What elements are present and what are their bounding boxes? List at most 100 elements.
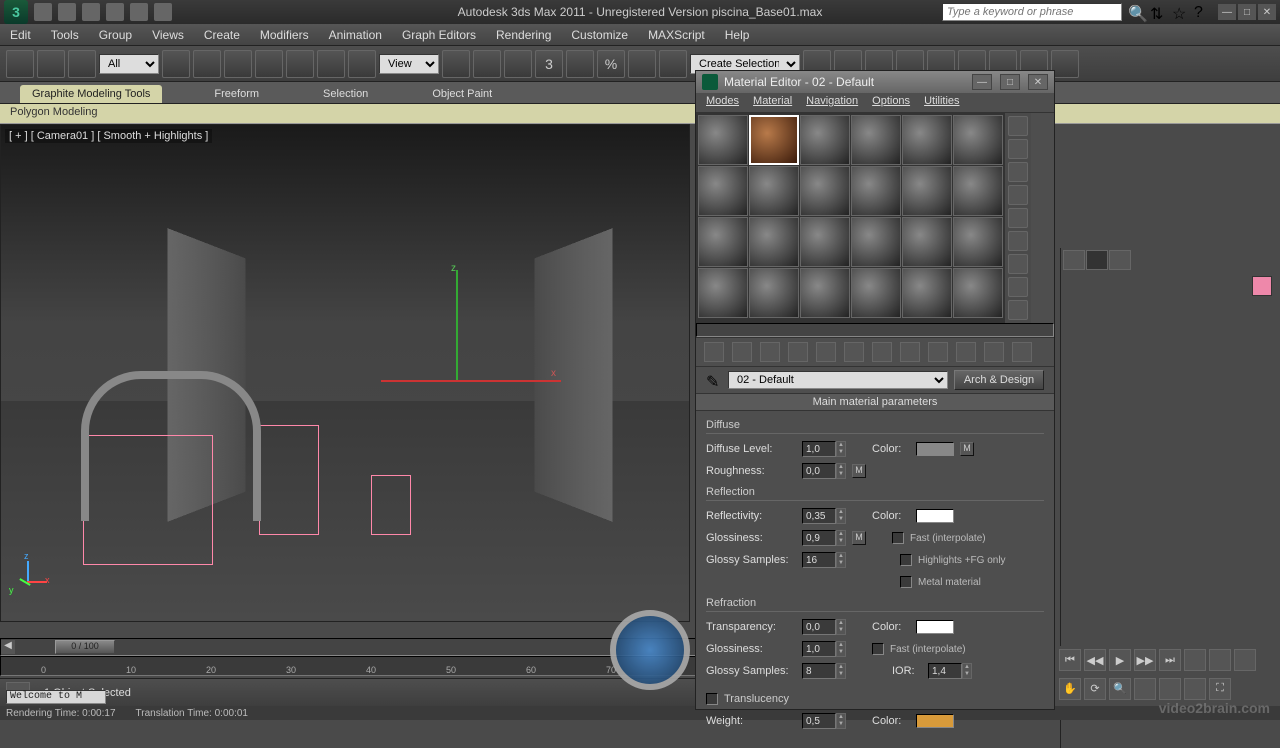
backlight-icon[interactable] — [1008, 139, 1028, 159]
material-slot[interactable] — [749, 217, 799, 267]
go-parent-icon[interactable] — [984, 342, 1004, 362]
zoom-extents-icon[interactable] — [1184, 678, 1206, 700]
prev-frame-icon[interactable]: ◀◀ — [1084, 649, 1106, 671]
material-slot[interactable] — [800, 217, 850, 267]
spinner-arrows[interactable]: ▲▼ — [836, 441, 846, 457]
refr-samples-input[interactable] — [802, 663, 836, 679]
percent-snap-icon[interactable]: % — [597, 50, 625, 78]
translucency-color-swatch[interactable] — [916, 714, 954, 728]
infocenter-icon[interactable]: 🔍 — [1128, 4, 1144, 20]
slider-left-icon[interactable]: ◀ — [1, 640, 15, 654]
max-viewport-icon[interactable]: ⛶ — [1209, 678, 1231, 700]
select-object-icon[interactable] — [162, 50, 190, 78]
material-map-nav-icon[interactable] — [1008, 300, 1028, 320]
spinner-arrows[interactable]: ▲▼ — [836, 463, 846, 479]
time-config-icon[interactable] — [1209, 649, 1231, 671]
material-id-icon[interactable] — [900, 342, 920, 362]
spinner-arrows[interactable]: ▲▼ — [836, 552, 846, 568]
roughness-map-button[interactable]: M — [852, 464, 866, 478]
angle-snap-icon[interactable] — [566, 50, 594, 78]
save-icon[interactable] — [82, 3, 100, 21]
refr-gloss-input[interactable] — [802, 641, 836, 657]
ribbon-panel-label[interactable]: Polygon Modeling — [0, 104, 1280, 124]
tab-graphite[interactable]: Graphite Modeling Tools — [20, 85, 162, 103]
spinner-arrows[interactable]: ▲▼ — [836, 663, 846, 679]
close-button[interactable]: ✕ — [1258, 4, 1276, 20]
material-slot[interactable] — [698, 268, 748, 318]
material-slot[interactable] — [953, 166, 1003, 216]
select-name-icon[interactable] — [193, 50, 221, 78]
menu-group[interactable]: Group — [99, 28, 132, 42]
zoom-icon[interactable]: 🔍 — [1109, 678, 1131, 700]
select-rect-icon[interactable] — [224, 50, 252, 78]
me-menu-utilities[interactable]: Utilities — [924, 95, 959, 110]
material-slot[interactable] — [698, 217, 748, 267]
material-slot[interactable] — [902, 217, 952, 267]
make-unique-icon[interactable] — [844, 342, 864, 362]
material-slot[interactable] — [851, 217, 901, 267]
pivot-icon[interactable] — [442, 50, 470, 78]
goto-start-icon[interactable]: ⏮ — [1059, 649, 1081, 671]
viewport[interactable]: x z [ + ] [ Camera01 ] [ Smooth + Highli… — [0, 124, 690, 622]
help-icon[interactable]: ? — [1194, 4, 1210, 20]
material-slot-selected[interactable] — [749, 115, 799, 165]
material-slot[interactable] — [800, 268, 850, 318]
gizmo-x-axis[interactable] — [381, 380, 561, 382]
select-by-mat-icon[interactable] — [1008, 277, 1028, 297]
scale-icon[interactable] — [348, 50, 376, 78]
bind-icon[interactable] — [68, 50, 96, 78]
material-slot[interactable] — [749, 166, 799, 216]
ref-coord-select[interactable]: View — [379, 54, 439, 74]
menu-maxscript[interactable]: MAXScript — [648, 28, 705, 42]
assign-to-selection-icon[interactable] — [760, 342, 780, 362]
me-menu-material[interactable]: Material — [753, 95, 792, 110]
material-editor-minimize[interactable]: — — [972, 74, 992, 90]
sample-uv-icon[interactable] — [1008, 185, 1028, 205]
menu-rendering[interactable]: Rendering — [496, 28, 551, 42]
next-frame-icon[interactable]: ▶▶ — [1134, 649, 1156, 671]
translucency-checkbox[interactable] — [706, 693, 718, 705]
material-slot[interactable] — [902, 166, 952, 216]
material-slot[interactable] — [800, 115, 850, 165]
highlights-fg-checkbox[interactable] — [900, 554, 912, 566]
material-editor-maximize[interactable]: □ — [1000, 74, 1020, 90]
video-check-icon[interactable] — [1008, 208, 1028, 228]
window-crossing-icon[interactable] — [255, 50, 283, 78]
spinner-arrows[interactable]: ▲▼ — [836, 508, 846, 524]
menu-modifiers[interactable]: Modifiers — [260, 28, 309, 42]
create-tab-icon[interactable] — [1063, 250, 1085, 270]
minimize-button[interactable]: — — [1218, 4, 1236, 20]
transparency-input[interactable] — [802, 619, 836, 635]
open-icon[interactable] — [58, 3, 76, 21]
material-editor-titlebar[interactable]: Material Editor - 02 - Default — □ ✕ — [696, 71, 1054, 93]
menu-animation[interactable]: Animation — [329, 28, 382, 42]
diffuse-color-swatch[interactable] — [916, 442, 954, 456]
viewport-label[interactable]: [ + ] [ Camera01 ] [ Smooth + Highlights… — [5, 129, 212, 143]
link-icon[interactable] — [6, 50, 34, 78]
refl-gloss-map-button[interactable]: M — [852, 531, 866, 545]
material-slot[interactable] — [953, 268, 1003, 318]
refl-samples-input[interactable] — [802, 552, 836, 568]
me-menu-modes[interactable]: Modes — [706, 95, 739, 110]
material-type-button[interactable]: Arch & Design — [954, 370, 1044, 390]
goto-end-icon[interactable]: ⏭ — [1159, 649, 1181, 671]
spinner-arrows[interactable]: ▲▼ — [836, 713, 846, 729]
move-icon[interactable] — [286, 50, 314, 78]
diffuse-level-input[interactable] — [802, 441, 836, 457]
roughness-input[interactable] — [802, 463, 836, 479]
background-icon[interactable] — [1008, 162, 1028, 182]
maxscript-prompt[interactable]: Welcome to M — [6, 690, 106, 704]
put-to-scene-icon[interactable] — [732, 342, 752, 362]
named-sel-edit-icon[interactable] — [659, 50, 687, 78]
material-slot[interactable] — [902, 115, 952, 165]
refraction-color-swatch[interactable] — [916, 620, 954, 634]
show-end-result-icon[interactable] — [956, 342, 976, 362]
reflectivity-input[interactable] — [802, 508, 836, 524]
spinner-arrows[interactable]: ▲▼ — [962, 663, 972, 679]
make-preview-icon[interactable] — [1008, 231, 1028, 251]
snap-3-icon[interactable]: 3 — [535, 50, 563, 78]
tab-selection[interactable]: Selection — [311, 85, 380, 103]
options-icon[interactable] — [1008, 254, 1028, 274]
arc-rotate-icon[interactable]: ⟳ — [1084, 678, 1106, 700]
eyedropper-icon[interactable]: ✎ — [706, 372, 722, 388]
